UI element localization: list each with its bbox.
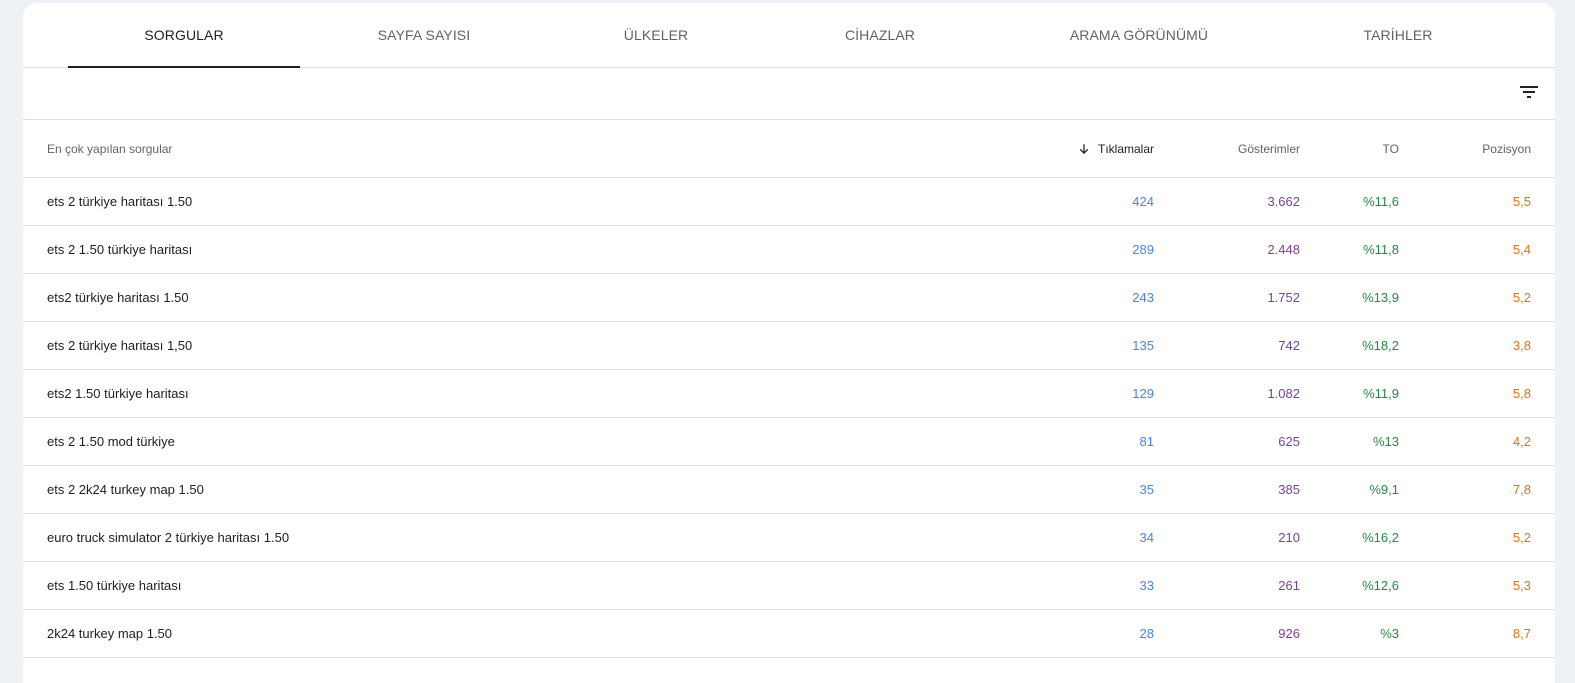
table-row[interactable]: 2k24 turkey map 1.50 28 926 %3 8,7 xyxy=(23,610,1555,658)
filter-list-icon xyxy=(1520,86,1538,98)
header-ctr[interactable]: TO xyxy=(1383,120,1399,177)
cell-ctr: %9,1 xyxy=(1369,482,1399,497)
cell-query: ets2 1.50 türkiye haritası xyxy=(47,386,189,401)
cell-ctr: %11,8 xyxy=(1363,242,1399,257)
cell-position: 5,4 xyxy=(1512,242,1531,257)
cell-ctr: %13,9 xyxy=(1362,290,1399,305)
cell-position: 5,2 xyxy=(1512,530,1531,545)
tab-dates[interactable]: TARİHLER xyxy=(1282,3,1514,67)
cell-clicks: 289 xyxy=(1132,242,1154,257)
cell-ctr: %11,6 xyxy=(1363,194,1399,209)
performance-card: SORGULAR SAYFA SAYISI ÜLKELER CİHAZLAR A… xyxy=(23,3,1555,683)
cell-position: 4,2 xyxy=(1512,434,1531,449)
cell-position: 5,2 xyxy=(1512,290,1531,305)
header-impressions[interactable]: Gösterimler xyxy=(1238,120,1300,177)
cell-impressions: 210 xyxy=(1278,530,1300,545)
table-row[interactable]: ets 2 2k24 turkey map 1.50 35 385 %9,1 7… xyxy=(23,466,1555,514)
tab-devices[interactable]: CİHAZLAR xyxy=(764,3,996,67)
cell-query: ets 1.50 türkiye haritası xyxy=(47,578,182,593)
cell-ctr: %3 xyxy=(1380,626,1399,641)
cell-clicks: 135 xyxy=(1132,338,1154,353)
cell-impressions: 3.662 xyxy=(1267,194,1300,209)
cell-clicks: 33 xyxy=(1139,578,1154,593)
cell-impressions: 742 xyxy=(1278,338,1300,353)
table-row[interactable]: ets 2 türkiye haritası 1,50 135 742 %18,… xyxy=(23,322,1555,370)
cell-query: ets 2 2k24 turkey map 1.50 xyxy=(47,482,204,497)
tab-queries[interactable]: SORGULAR xyxy=(68,3,300,68)
header-clicks[interactable]: Tıklamalar xyxy=(1077,120,1154,177)
cell-ctr: %18,2 xyxy=(1362,338,1399,353)
cell-clicks: 35 xyxy=(1139,482,1154,497)
cell-position: 3,8 xyxy=(1512,338,1531,353)
cell-clicks: 243 xyxy=(1132,290,1154,305)
cell-ctr: %12,6 xyxy=(1362,578,1399,593)
cell-query: ets 2 1.50 türkiye haritası xyxy=(47,242,193,257)
cell-impressions: 1.082 xyxy=(1267,386,1300,401)
table-row[interactable]: ets 1.50 türkiye haritası 33 261 %12,6 5… xyxy=(23,562,1555,610)
cell-position: 5,8 xyxy=(1512,386,1531,401)
tab-search-appearance[interactable]: ARAMA GÖRÜNÜMÜ xyxy=(1023,3,1255,67)
cell-impressions: 385 xyxy=(1278,482,1300,497)
cell-query: 2k24 turkey map 1.50 xyxy=(47,626,173,641)
table-row[interactable]: ets 2 1.50 mod türkiye 81 625 %13 4,2 xyxy=(23,418,1555,466)
cell-query: ets2 türkiye haritası 1.50 xyxy=(47,290,189,305)
header-query: En çok yapılan sorgular xyxy=(47,141,173,156)
cell-position: 5,5 xyxy=(1512,194,1531,209)
tab-countries[interactable]: ÜLKELER xyxy=(540,3,772,67)
table-row[interactable]: euro truck simulator 2 türkiye haritası … xyxy=(23,514,1555,562)
table-row[interactable]: ets 2 türkiye haritası 1.50 424 3.662 %1… xyxy=(23,178,1555,226)
cell-query: ets 2 1.50 mod türkiye xyxy=(47,434,175,449)
header-position[interactable]: Pozisyon xyxy=(1482,120,1531,177)
arrow-down-icon xyxy=(1079,143,1089,154)
cell-ctr: %11,9 xyxy=(1363,386,1399,401)
cell-clicks: 424 xyxy=(1132,194,1154,209)
table-body: ets 2 türkiye haritası 1.50 424 3.662 %1… xyxy=(23,178,1555,658)
table-row[interactable]: ets 2 1.50 türkiye haritası 289 2.448 %1… xyxy=(23,226,1555,274)
cell-impressions: 261 xyxy=(1278,578,1300,593)
table-header: En çok yapılan sorgular Tıklamalar Göste… xyxy=(23,120,1555,178)
tab-bar: SORGULAR SAYFA SAYISI ÜLKELER CİHAZLAR A… xyxy=(23,3,1555,68)
cell-position: 8,7 xyxy=(1512,626,1531,641)
cell-clicks: 28 xyxy=(1139,626,1154,641)
cell-impressions: 1.752 xyxy=(1267,290,1300,305)
cell-impressions: 2.448 xyxy=(1267,242,1300,257)
cell-impressions: 926 xyxy=(1278,626,1300,641)
cell-ctr: %16,2 xyxy=(1362,530,1399,545)
cell-ctr: %13 xyxy=(1372,434,1399,449)
table-row[interactable]: ets2 türkiye haritası 1.50 243 1.752 %13… xyxy=(23,274,1555,322)
table-toolbar xyxy=(23,68,1555,120)
tab-pages[interactable]: SAYFA SAYISI xyxy=(308,3,540,67)
cell-query: ets 2 türkiye haritası 1,50 xyxy=(47,338,193,353)
cell-clicks: 81 xyxy=(1139,434,1154,449)
header-clicks-label: Tıklamalar xyxy=(1097,141,1154,156)
cell-query: euro truck simulator 2 türkiye haritası … xyxy=(47,530,290,545)
cell-clicks: 34 xyxy=(1139,530,1154,545)
cell-clicks: 129 xyxy=(1132,386,1154,401)
cell-query: ets 2 türkiye haritası 1.50 xyxy=(47,194,193,209)
filter-button[interactable] xyxy=(1517,80,1541,104)
cell-position: 7,8 xyxy=(1512,482,1531,497)
cell-impressions: 625 xyxy=(1278,434,1300,449)
cell-position: 5,3 xyxy=(1512,578,1531,593)
table-row[interactable]: ets2 1.50 türkiye haritası 129 1.082 %11… xyxy=(23,370,1555,418)
